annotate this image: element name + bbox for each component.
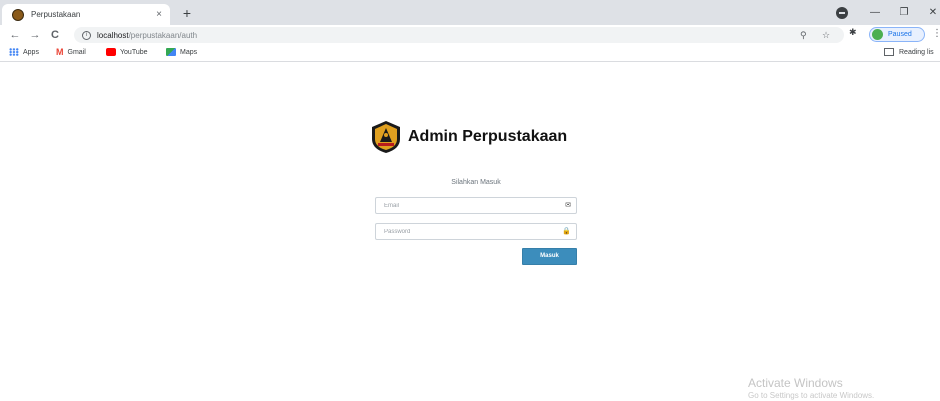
address-bar[interactable]: i localhost/perpustakaan/auth ⚲ ☆ (74, 27, 844, 43)
bookmarks-bar: Apps M Gmail YouTube Maps Reading lis (0, 45, 940, 62)
activate-windows-subtitle: Go to Settings to activate Windows. (748, 391, 875, 400)
activate-windows-title: Activate Windows (748, 376, 843, 390)
tab-close-icon[interactable]: × (156, 9, 162, 20)
close-window-button[interactable]: ✕ (920, 4, 940, 22)
tab-perpustakaan[interactable]: Perpustakaan × (2, 4, 170, 25)
tab-search-icon[interactable] (836, 7, 848, 19)
reading-list-button[interactable]: Reading lis (884, 48, 934, 56)
extensions-icon[interactable]: ✱ (849, 27, 857, 38)
browser-toolbar: ← → C i localhost/perpustakaan/auth ⚲ ☆ (0, 25, 940, 45)
password-field[interactable] (376, 224, 560, 239)
new-tab-button[interactable]: + (178, 4, 196, 22)
password-field-wrapper: 🔒 (375, 223, 577, 240)
back-icon[interactable]: ← (7, 27, 23, 43)
minimize-button[interactable]: — (862, 4, 888, 22)
email-field-wrapper: ✉ (375, 197, 577, 214)
reload-icon[interactable]: C (47, 27, 63, 43)
menu-icon[interactable]: ⋮ (932, 28, 940, 39)
profile-button[interactable]: Paused (869, 27, 925, 42)
bookmark-youtube[interactable]: YouTube (106, 48, 148, 56)
bookmark-star-icon[interactable]: ☆ (822, 29, 830, 41)
tab-strip: Perpustakaan × + — ❐ ✕ (0, 0, 940, 25)
bookmark-maps[interactable]: Maps (166, 48, 197, 56)
profile-status: Paused (888, 31, 912, 38)
email-field[interactable] (376, 198, 560, 213)
browser-window: Perpustakaan × + — ❐ ✕ ← → C i localhost… (0, 0, 940, 401)
tab-title: Perpustakaan (31, 10, 81, 19)
avatar (872, 29, 883, 40)
url-text: localhost/perpustakaan/auth (97, 31, 197, 40)
site-info-icon[interactable]: i (82, 30, 91, 40)
favicon-icon (12, 8, 24, 21)
bookmark-gmail[interactable]: M Gmail (56, 47, 86, 57)
reading-list-icon (884, 48, 894, 56)
maps-icon (166, 48, 176, 56)
page-title: Admin Perpustakaan (408, 128, 568, 145)
apps-icon (9, 48, 19, 56)
youtube-icon (106, 48, 116, 56)
forward-icon[interactable]: → (27, 27, 43, 43)
bookmark-label: Gmail (67, 48, 86, 56)
bookmark-label: Maps (180, 48, 198, 56)
login-brand: Admin Perpustakaan (369, 120, 567, 154)
url-host: localhost (97, 30, 129, 40)
reading-list-label: Reading lis (899, 48, 934, 56)
login-subtitle: Silahkan Masuk (451, 179, 501, 186)
logo-emblem-icon (372, 121, 400, 153)
bookmark-label: YouTube (120, 48, 148, 56)
envelope-icon: ✉ (565, 202, 571, 209)
lock-icon: 🔒 (562, 228, 571, 235)
url-path: /perpustakaan/auth (128, 30, 198, 40)
gmail-icon: M (56, 47, 64, 57)
bookmark-apps[interactable]: Apps (9, 48, 39, 56)
restore-button[interactable]: ❐ (891, 4, 917, 22)
bookmark-label: Apps (23, 48, 39, 56)
login-button[interactable]: Masuk (522, 248, 577, 265)
zoom-icon[interactable]: ⚲ (800, 29, 807, 41)
